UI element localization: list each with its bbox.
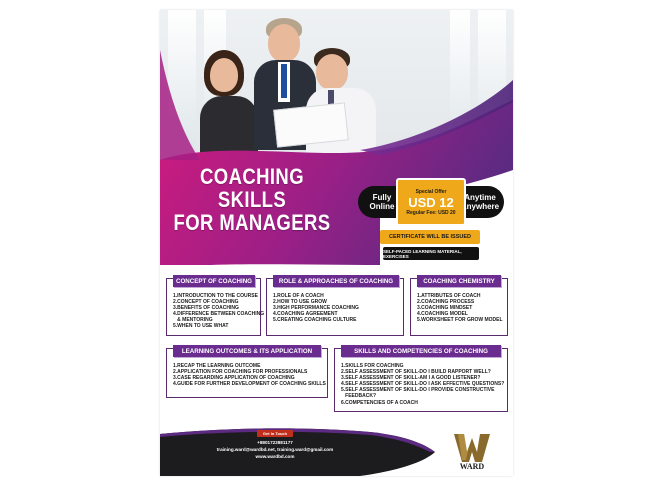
title-line-2: FOR MANAGERS bbox=[173, 210, 331, 235]
certificate-banner: CERTIFICATE WILL BE ISSUED bbox=[380, 230, 480, 244]
outcomes-list: 1.RECAP THE LEARNING OUTCOME 2.APPLICATI… bbox=[173, 363, 326, 387]
list-item: 5.CREATING COACHING CULTURE bbox=[273, 317, 357, 324]
skills-competencies-box: SKILLS AND COMPETENCIES OF COACHING 1.SK… bbox=[334, 345, 508, 412]
learning-outcomes-heading: LEARNING OUTCOMES & ITS APPLICATION bbox=[173, 345, 321, 357]
flyer: COACHING SKILLS FOR MANAGERS Fully Onlin… bbox=[160, 10, 513, 476]
list-item: 6.COMPETENCIES OF A COACH bbox=[341, 399, 418, 406]
course-title: COACHING SKILLS FOR MANAGERS bbox=[168, 165, 336, 234]
regular-fee-label: Regular Fee: USD 20 bbox=[406, 209, 456, 216]
concept-of-coaching-heading: CONCEPT OF COACHING bbox=[173, 275, 255, 287]
concept-list: 1.INTRODUCTION TO THE COURSE 2.CONCEPT O… bbox=[173, 293, 264, 330]
offer-badge: Fully Online Anytime Anywhere Special Of… bbox=[358, 178, 508, 226]
email-addresses[interactable]: training.ward@wardbd.net, training.ward@… bbox=[200, 447, 350, 452]
chemistry-list: 1.ATTRIBUTES OF COACH 2.COACHING PROCESS… bbox=[417, 293, 503, 323]
list-item: 5.WORKSHEET FOR GROW MODEL bbox=[417, 317, 503, 324]
get-in-touch-label: Get In Touch bbox=[257, 430, 293, 437]
coaching-chemistry-box: COACHING CHEMISTRY 1.ATTRIBUTES OF COACH… bbox=[410, 275, 508, 336]
self-paced-banner: SELF-PACED LEARNING MATERIAL, EXERCISES bbox=[383, 247, 479, 260]
role-list: 1.ROLE OF A COACH 2.HOW TO USE GROW 3.HI… bbox=[273, 293, 359, 323]
phone-number[interactable]: +8801723881177 bbox=[200, 440, 350, 445]
price-value: USD 12 bbox=[408, 194, 454, 210]
concept-of-coaching-box: CONCEPT OF COACHING 1.INTRODUCTION TO TH… bbox=[166, 275, 264, 336]
learning-outcomes-box: LEARNING OUTCOMES & ITS APPLICATION 1.RE… bbox=[166, 345, 328, 398]
role-approaches-box: ROLE & APPROACHES OF COACHING 1.ROLE OF … bbox=[266, 275, 404, 336]
list-item: 5.WHEN TO USE WHAT bbox=[173, 323, 229, 330]
coaching-chemistry-heading: COACHING CHEMISTRY bbox=[417, 275, 501, 287]
title-line-1: COACHING SKILLS bbox=[200, 164, 304, 212]
price-box: Special Offer USD 12 Regular Fee: USD 20 bbox=[396, 178, 466, 226]
website-link[interactable]: www.wardbd.com bbox=[200, 454, 350, 459]
list-item: 4.GUIDE FOR FURTHER DEVELOPMENT OF COACH… bbox=[173, 381, 326, 388]
skills-competencies-heading: SKILLS AND COMPETENCIES OF COACHING bbox=[341, 345, 501, 357]
skills-list: 1.SKILLS FOR COACHING 2.SELF ASSESSMENT … bbox=[341, 363, 504, 406]
role-approaches-heading: ROLE & APPROACHES OF COACHING bbox=[273, 275, 399, 287]
ward-logo-text: WARD bbox=[459, 462, 485, 471]
